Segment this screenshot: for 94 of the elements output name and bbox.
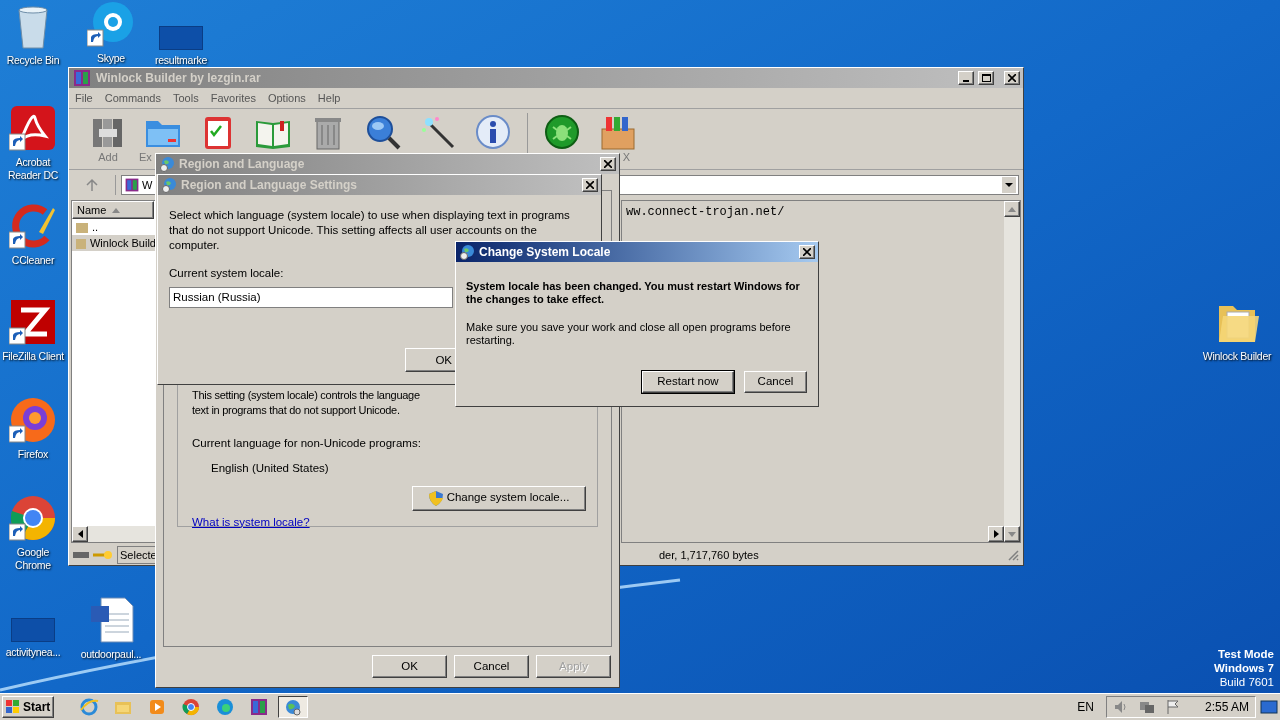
key-icon (93, 549, 113, 561)
menu-item[interactable]: Help (317, 89, 341, 107)
right-arrow-icon (993, 530, 999, 538)
desktop-icon-label[interactable]: resultmarke (155, 54, 207, 67)
search-icon (364, 113, 402, 151)
close-button[interactable] (799, 245, 815, 259)
dialog-button[interactable]: OK (372, 655, 447, 678)
close-icon (803, 248, 811, 256)
description-text: Select which language (system locale) to use when displaying text in programs (169, 208, 570, 223)
dialog-button[interactable]: Restart now (642, 371, 734, 393)
window-title: Change System Locale (479, 244, 611, 261)
menu-item[interactable]: File (75, 89, 93, 107)
close-icon (1008, 74, 1016, 82)
desktop-icon-label[interactable]: Winlock Builder (1202, 350, 1272, 363)
minimize-icon (963, 80, 969, 82)
vertical-scrollbar[interactable] (1004, 201, 1020, 542)
field-label: Current system locale: (169, 266, 285, 281)
desktop-icon-label[interactable]: Firefox (17, 448, 49, 461)
menu-item[interactable]: Commands (104, 89, 161, 107)
language-indicator[interactable]: EN (1077, 698, 1094, 716)
close-icon (604, 160, 612, 168)
help-link[interactable]: What is system locale? (192, 513, 586, 531)
archive-icon (124, 177, 140, 193)
desktop-icon-label[interactable]: activitynea... (5, 646, 61, 659)
sort-icon (112, 207, 121, 213)
taskbar-button[interactable] (278, 696, 309, 718)
app-icon (181, 697, 202, 717)
toolbar-button[interactable]: Add (87, 113, 129, 164)
change-locale-button[interactable]: Change system locale... (412, 485, 586, 511)
globe-icon (283, 697, 304, 717)
file-row[interactable]: Winlock Build (72, 235, 156, 251)
app-icon (215, 697, 236, 717)
left-arrow-icon (77, 530, 83, 538)
desktop-icon-label[interactable]: Acrobat Reader DC (0, 156, 66, 182)
resize-grip-icon (1007, 549, 1019, 561)
desktop-icon-label[interactable]: Google Chrome (0, 546, 66, 572)
toolbar-button[interactable]: X (596, 113, 638, 164)
ok-button[interactable]: OK (405, 348, 457, 373)
os-notice-text: Windows 7 (1214, 661, 1274, 675)
drive-icon (73, 551, 89, 559)
start-button[interactable]: Start (2, 696, 55, 718)
globe-icon (159, 156, 175, 172)
os-notice-text: Test Mode (1218, 647, 1274, 661)
shield-icon (428, 490, 443, 506)
info-icon (474, 113, 512, 151)
window-title: Region and Language Settings (181, 177, 357, 194)
flag-icon[interactable] (1164, 699, 1181, 715)
message-text: System locale has been changed. You must restart Windows for the changes to take effect. (466, 280, 801, 306)
note-text: Make sure you save your work and close all open programs before restarting. (466, 321, 792, 347)
down-arrow-icon (1008, 531, 1016, 537)
dialog-button[interactable]: Cancel (744, 371, 807, 393)
dropdown-icon (1002, 177, 1016, 193)
network-icon[interactable] (1138, 699, 1155, 715)
menu-item[interactable]: Tools (173, 89, 199, 107)
desktop-icon-label[interactable]: CCleaner (11, 254, 55, 267)
close-icon (586, 181, 594, 189)
desktop-icon-label[interactable]: Skype (97, 52, 125, 65)
field-label: Current language for non-Unicode programs: (192, 436, 422, 451)
desktop-icon-label[interactable]: Recycle Bin (6, 54, 60, 67)
locale-select[interactable]: Russian (Russia) (169, 287, 453, 309)
column-header[interactable]: Name (72, 201, 154, 219)
app-icon (72, 68, 92, 88)
description-text: text in programs that do not support Unicode. (192, 403, 401, 418)
app-icon (79, 697, 100, 717)
window-title: Winlock Builder by lezgin.rar (96, 70, 261, 87)
description-text: that do not support Unicode. This setting affects all user accounts on the (169, 223, 537, 238)
maximize-button[interactable] (978, 71, 994, 85)
archive-comment: ww.connect-trojan.net/ (626, 204, 786, 221)
menu-item[interactable]: Options (267, 89, 306, 107)
bug-icon (543, 113, 581, 151)
dialog-button[interactable]: Cancel (454, 655, 529, 678)
globe-icon (161, 177, 177, 193)
close-button[interactable] (600, 157, 616, 171)
show-desktop-icon[interactable] (1260, 699, 1278, 715)
desktop-icon-label[interactable]: outdoorpaul... (80, 648, 142, 661)
language-value: English (United States) (211, 461, 330, 477)
window-title: Region and Language (179, 156, 305, 173)
minimize-button[interactable] (958, 71, 974, 85)
menu-item[interactable]: Favorites (210, 89, 256, 107)
status-text: der, 1,717,760 bytes (659, 547, 760, 563)
folder-icon (76, 237, 86, 249)
description-text: computer. (169, 238, 220, 253)
file-row[interactable]: .. (72, 219, 156, 235)
windows-icon (6, 700, 20, 714)
up-arrow-icon (1008, 206, 1016, 212)
close-button[interactable] (582, 178, 598, 192)
app-icon (249, 697, 270, 717)
maximize-icon (981, 74, 991, 82)
description-text: This setting (system locale) controls the language (192, 388, 421, 403)
folder-icon (76, 221, 88, 233)
close-button[interactable] (1004, 71, 1020, 85)
globe-icon (459, 244, 475, 260)
os-notice-text: Build 7601 (1219, 675, 1274, 689)
desktop-icon-label[interactable]: FileZilla Client (2, 350, 64, 363)
